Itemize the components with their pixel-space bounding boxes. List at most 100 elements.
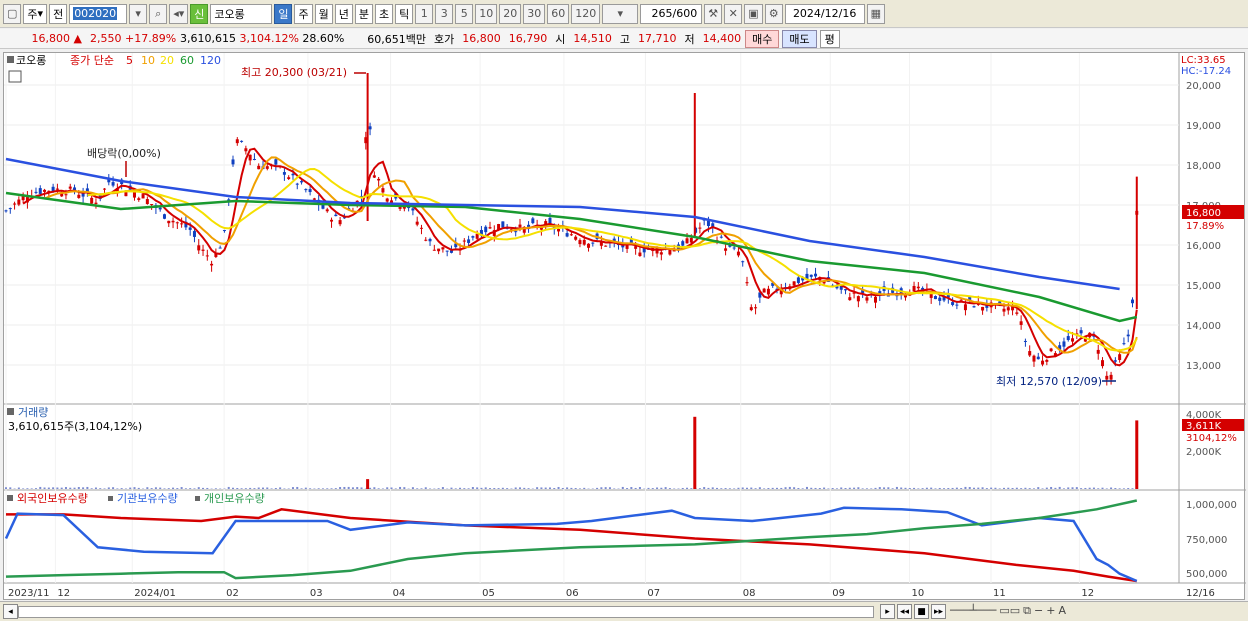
volume-bar [947,488,950,489]
average-button[interactable]: 평 [819,29,840,48]
candle-body [205,255,209,257]
save-icon[interactable]: ▣ [744,3,763,24]
volume-bar [493,488,496,489]
stock-code-input[interactable]: 002020 [69,3,128,24]
candle-body [1066,336,1070,341]
panel-icon[interactable] [7,56,14,63]
period-month-tab[interactable]: 월 [314,3,333,24]
count-total: /600 [672,7,698,20]
candle-body [1032,355,1036,362]
volume-bar [60,487,63,489]
table-icon[interactable] [8,70,22,83]
volume-bar [69,487,72,489]
speaker-icon[interactable]: ◂▾ [169,3,189,24]
volume-bar [930,487,933,489]
zoom-out-icon[interactable]: − [1034,604,1043,618]
candle-body [94,202,98,204]
candle-body [338,220,342,225]
chart-tools-icon[interactable]: ⚒ [704,3,723,24]
horizontal-scrollbar[interactable] [18,606,874,618]
volume-bar [904,487,907,489]
candle-body [38,188,42,194]
first-icon[interactable]: ◂◂ [897,604,912,619]
volume-bar [399,486,402,489]
volume-bar [476,487,479,489]
current-price-value: 16,800 [31,32,71,45]
scroll-left-icon[interactable]: ◂ [3,604,18,619]
window-icon[interactable]: ▢ [3,3,22,24]
x-tick-label: 05 [482,588,495,599]
type-prev-button[interactable]: 전 [49,3,68,24]
volume-bar [193,488,196,489]
candle-body [145,199,149,204]
sell-button[interactable]: 매도 [782,29,817,48]
volume-bar [5,487,7,489]
holding-panel-icon[interactable] [7,495,13,501]
volume-bar [116,488,119,489]
candle-body [1071,338,1075,342]
code-dropdown-icon[interactable]: ▾ [129,3,148,24]
play-icon[interactable]: ▸ [880,604,895,619]
candle-body [1105,375,1109,380]
candle-body [582,239,586,245]
candle-body [933,296,937,300]
zoom-in-icon[interactable]: + [1046,604,1055,618]
minute-120-button[interactable]: 120 [571,3,601,24]
stock-name-field[interactable]: 코오롱 [210,3,273,24]
layout-icon[interactable]: ▭▭ [999,604,1020,618]
holding-lines [4,499,1138,583]
ma-lines [5,72,1138,382]
volume-bar [159,487,162,489]
minute-1-button[interactable]: 1 [415,3,434,24]
volume-bar [698,488,701,489]
open-label: 시 [555,32,566,46]
minute-20-button[interactable]: 20 [499,3,522,24]
count-value: 265 [651,7,673,20]
volume-bar [600,487,603,489]
period-day-tab[interactable]: 일 [274,3,293,24]
candle-body [432,249,436,251]
minute-10-button[interactable]: 10 [475,3,498,24]
compare-icon[interactable]: ⧉ [1023,604,1031,618]
volume-panel-icon[interactable] [7,408,14,415]
chart-area[interactable]: 코오롱 종가 단순 5 10 20 60 120 최고 20,300 (03/2… [3,52,1246,601]
volume-bar [321,488,324,489]
volume-bar [540,487,543,489]
last-icon[interactable]: ▸▸ [931,604,946,619]
last-pct-label: 17.89% [1186,221,1224,232]
font-icon[interactable]: A [1058,604,1066,618]
minute-3-button[interactable]: 3 [435,3,454,24]
volume-bar [754,488,757,489]
stop-icon[interactable]: ■ [914,604,929,619]
period-minute-tab[interactable]: 분 [354,3,373,24]
type-main-select[interactable]: 주 ▾ [23,3,48,24]
period-tick-tab[interactable]: 틱 [395,3,414,24]
count-input[interactable]: 265/600 [640,3,703,24]
custom-minute-input[interactable]: ▾ [602,3,639,24]
period-second-tab[interactable]: 초 [374,3,394,24]
x-tick-label: 2023/11 [8,588,50,599]
high-price: 17,710 [638,32,677,45]
search-icon[interactable]: ⌕ [149,3,168,24]
zoom-slider-icon[interactable]: ───┴─── [950,604,996,618]
minute-30-button[interactable]: 30 [523,3,546,24]
volume-bar [386,487,389,489]
date-input[interactable]: 2024/12/16 [784,3,865,24]
type-main-label: 주 [27,7,38,21]
candle-body [1045,359,1049,362]
volume-bar [202,487,205,489]
crosshair-icon[interactable]: ✕ [724,3,743,24]
candle-body [955,304,959,306]
new-badge[interactable]: 신 [190,3,209,24]
buy-button[interactable]: 매수 [745,29,780,48]
candle-body [745,282,749,284]
volume-bar [767,488,770,489]
minute-60-button[interactable]: 60 [547,3,570,24]
minute-5-button[interactable]: 5 [455,3,474,24]
candle-body [1006,307,1010,311]
period-year-tab[interactable]: 년 [334,3,353,24]
chart-svg[interactable]: 코오롱 종가 단순 5 10 20 60 120 최고 20,300 (03/2… [4,53,1246,601]
period-week-tab[interactable]: 주 [294,3,313,24]
calendar-icon[interactable]: ▦ [866,3,886,24]
gear-icon[interactable]: ⚙ [764,3,783,24]
